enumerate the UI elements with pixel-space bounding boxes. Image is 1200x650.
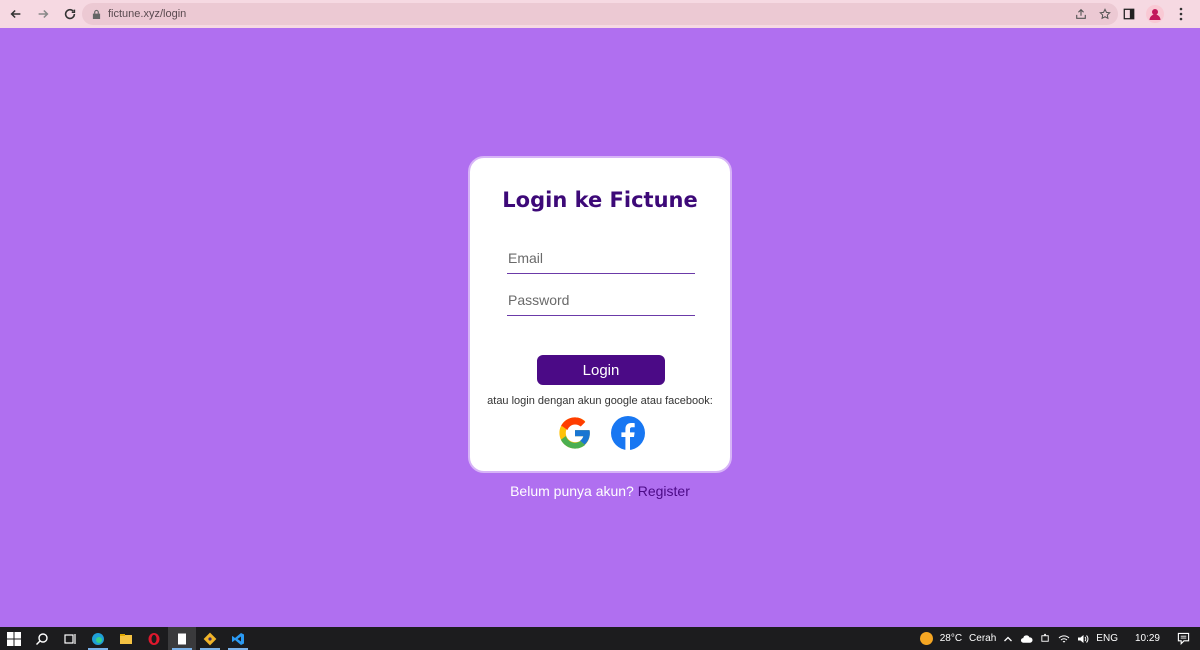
chevron-up-icon[interactable] (1003, 634, 1013, 644)
google-login-icon[interactable] (558, 416, 592, 450)
git-icon[interactable] (196, 627, 224, 650)
language-indicator[interactable]: ENG (1096, 633, 1118, 644)
register-link[interactable]: Register (638, 483, 690, 499)
back-icon[interactable] (5, 3, 27, 25)
register-prompt: Belum punya akun? Register (0, 483, 1200, 499)
forward-icon[interactable] (32, 3, 54, 25)
reload-icon[interactable] (59, 3, 81, 25)
facebook-login-icon[interactable] (611, 416, 645, 450)
task-view-icon[interactable] (56, 627, 84, 650)
meet-now-icon[interactable] (1040, 633, 1051, 644)
file-explorer-icon[interactable] (112, 627, 140, 650)
password-field[interactable] (507, 288, 695, 316)
taskbar: 28°C Cerah ENG 10:29 (0, 627, 1200, 650)
browser-toolbar: fictune.xyz/login (0, 0, 1200, 28)
wifi-icon[interactable] (1058, 633, 1070, 645)
notification-icon[interactable] (1177, 632, 1190, 645)
edge-browser-icon[interactable] (84, 627, 112, 650)
register-prompt-text: Belum punya akun? (510, 483, 634, 499)
login-card: Login ke Fictune Login atau login dengan… (468, 156, 732, 473)
bookmark-star-icon[interactable] (1098, 7, 1112, 21)
email-field[interactable] (507, 246, 695, 274)
side-panel-icon[interactable] (1120, 5, 1138, 23)
cloud-icon[interactable] (1020, 634, 1033, 644)
notepad-icon[interactable] (168, 627, 196, 650)
weather-temp[interactable]: 28°C (940, 633, 962, 644)
login-title: Login ke Fictune (502, 188, 698, 212)
social-login-text: atau login dengan akun google atau faceb… (487, 395, 713, 407)
address-bar[interactable]: fictune.xyz/login (82, 3, 1118, 25)
volume-icon[interactable] (1077, 633, 1089, 645)
weather-desc[interactable]: Cerah (969, 633, 996, 644)
menu-icon[interactable] (1172, 5, 1190, 23)
share-icon[interactable] (1074, 7, 1088, 21)
windows-start-icon[interactable] (0, 627, 28, 650)
search-icon[interactable] (28, 627, 56, 650)
lock-icon[interactable] (92, 8, 102, 20)
login-button[interactable]: Login (537, 355, 665, 385)
vscode-icon[interactable] (224, 627, 252, 650)
opera-icon[interactable] (140, 627, 168, 650)
clock-time[interactable]: 10:29 (1135, 633, 1160, 644)
url-text[interactable]: fictune.xyz/login (108, 8, 186, 20)
weather-sun-icon[interactable] (919, 632, 933, 645)
profile-avatar-icon[interactable] (1146, 5, 1164, 23)
